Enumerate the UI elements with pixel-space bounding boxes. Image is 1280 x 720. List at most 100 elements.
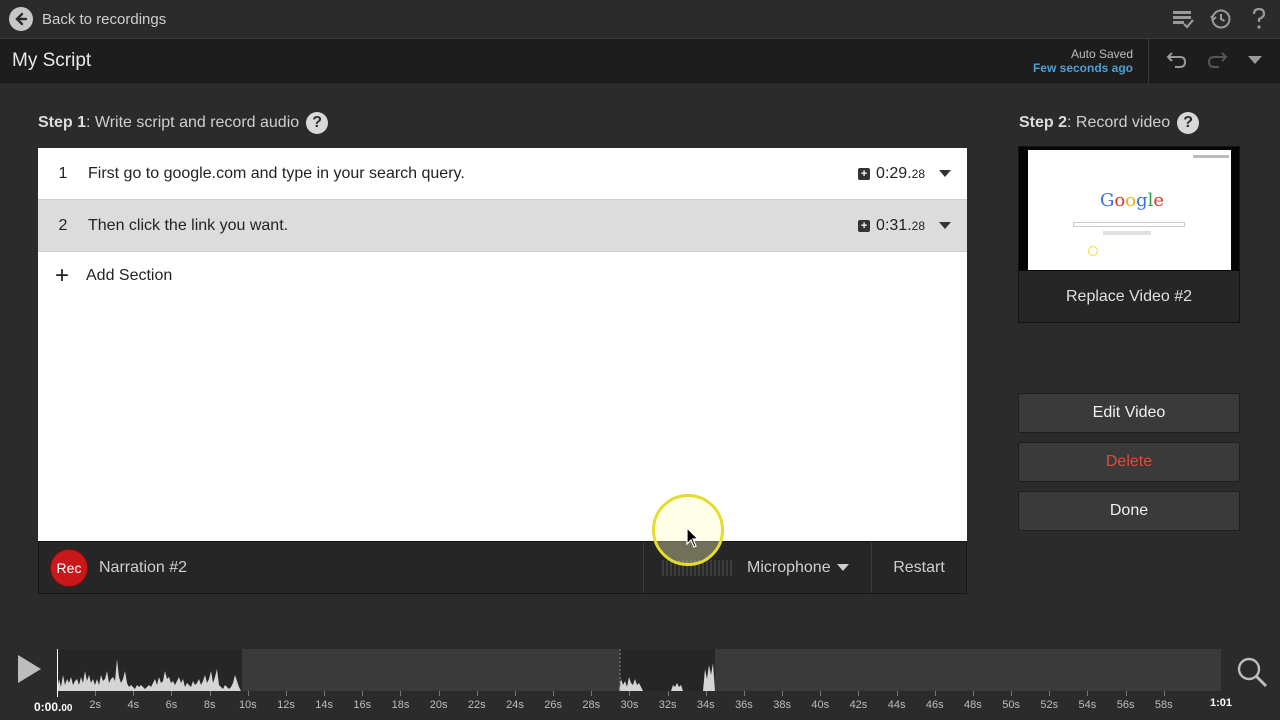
tick-mark	[972, 691, 974, 696]
add-section-label: Add Section	[86, 267, 173, 284]
tick-label: 44s	[887, 699, 906, 711]
tick-mark	[782, 691, 784, 696]
tick-mark	[1163, 691, 1165, 696]
step1-help-icon[interactable]: ?	[306, 112, 329, 134]
tick-label: 46s	[925, 699, 944, 711]
edit-video-button[interactable]: Edit Video	[1018, 393, 1240, 433]
checklist-icon[interactable]	[1170, 7, 1196, 31]
section-dropdown-icon[interactable]	[939, 170, 951, 177]
playhead[interactable]	[57, 649, 58, 697]
tick-label: 52s	[1040, 699, 1059, 711]
replace-video-button[interactable]: Replace Video #2	[1019, 271, 1239, 322]
tick-mark	[629, 691, 631, 696]
tick-mark	[858, 691, 860, 696]
current-time: 0:00.00	[34, 700, 72, 714]
script-section-2[interactable]: 2 Then click the link you want. + 0:31.2…	[38, 200, 967, 252]
tick-mark	[1125, 691, 1127, 696]
page-title[interactable]: My Script	[12, 50, 91, 72]
tick-mark	[285, 691, 287, 696]
section-dropdown-icon[interactable]	[939, 222, 951, 229]
script-section-1[interactable]: 1 First go to google.com and type in you…	[38, 148, 967, 200]
tick-label: 40s	[811, 699, 830, 711]
step2-help-icon[interactable]: ?	[1177, 112, 1200, 134]
step1-text: : Write script and record audio	[86, 114, 300, 131]
tick-mark	[171, 691, 173, 696]
tick-label: 8s	[203, 699, 216, 711]
video-thumbnail[interactable]: Google Replace Video #2	[1018, 146, 1240, 323]
tick-label: 22s	[467, 699, 486, 711]
microphone-dropdown[interactable]: Microphone	[747, 559, 849, 577]
tick-mark	[667, 691, 669, 696]
step1-header: Step 1: Write script and record audio ?	[38, 112, 329, 134]
more-dropdown-icon[interactable]	[1247, 52, 1263, 70]
undo-redo-group	[1148, 39, 1280, 83]
section-duration: 0:29.28	[876, 165, 925, 183]
done-button[interactable]: Done	[1018, 491, 1240, 531]
top-bar: Back to recordings	[0, 0, 1280, 38]
tick-mark	[514, 691, 516, 696]
tick-label: 20s	[429, 699, 448, 711]
tick-label: 26s	[544, 699, 562, 711]
script-panel: 1 First go to google.com and type in you…	[38, 148, 967, 541]
tick-label: 48s	[964, 699, 982, 711]
add-audio-icon[interactable]: +	[858, 167, 871, 180]
tick-label: 10s	[238, 699, 257, 711]
tick-mark	[705, 691, 707, 696]
mouse-cursor-icon	[686, 527, 700, 548]
section-text[interactable]: First go to google.com and type in your …	[88, 165, 967, 183]
tick-label: 30s	[620, 699, 639, 711]
section-text[interactable]: Then click the link you want.	[88, 217, 967, 235]
history-icon[interactable]	[1208, 7, 1234, 31]
tick-label: 38s	[773, 699, 791, 711]
tick-mark	[95, 691, 97, 696]
audio-track[interactable]	[57, 649, 1221, 691]
record-button[interactable]: Rec	[50, 548, 88, 587]
tick-mark	[247, 691, 249, 696]
restart-button[interactable]: Restart	[871, 542, 966, 593]
section-duration: 0:31.28	[876, 217, 925, 235]
search-buttons	[1103, 231, 1151, 235]
plus-icon: +	[54, 262, 69, 289]
tick-mark	[209, 691, 211, 696]
autosave-status: Auto Saved Few seconds ago	[1033, 47, 1133, 75]
tick-label: 36s	[735, 699, 753, 711]
autosave-time: Few seconds ago	[1032, 61, 1133, 75]
end-time: 1:01	[1210, 697, 1233, 709]
tick-label: 18s	[391, 699, 410, 711]
back-arrow-icon	[9, 7, 33, 31]
tick-mark	[362, 691, 364, 696]
zoom-search-icon[interactable]	[1236, 656, 1268, 688]
back-label: Back to recordings	[42, 10, 167, 28]
add-section-button[interactable]: + Add Section	[38, 252, 967, 300]
back-to-recordings-button[interactable]: Back to recordings	[9, 6, 166, 32]
step2-header: Step 2: Record video ?	[1019, 112, 1200, 134]
search-box	[1073, 222, 1185, 227]
duration-main: 0:29.	[876, 164, 912, 182]
tick-label: 58s	[1154, 699, 1173, 711]
narration-bar: Rec Narration #2 Microphone Restart	[38, 541, 967, 594]
tick-mark	[324, 691, 326, 696]
add-audio-icon[interactable]: +	[858, 219, 871, 232]
google-logo: Google	[1100, 190, 1165, 211]
section-number: 1	[58, 164, 68, 182]
step1-label: Step 1	[38, 114, 87, 131]
delete-button[interactable]: Delete	[1018, 442, 1240, 482]
play-icon[interactable]	[16, 654, 42, 684]
undo-icon[interactable]	[1166, 49, 1188, 74]
tick-label: 28s	[582, 699, 601, 711]
redo-icon[interactable]	[1206, 49, 1228, 74]
tick-label: 56s	[1116, 699, 1135, 711]
tick-mark	[1011, 691, 1013, 696]
current-time-ms: 00	[61, 703, 73, 714]
tick-mark	[476, 691, 478, 696]
duration-main: 0:31.	[876, 216, 912, 234]
tick-label: 6s	[165, 699, 178, 711]
tick-label: 54s	[1078, 699, 1097, 711]
tick-mark	[438, 691, 440, 696]
tick-mark	[1049, 691, 1051, 696]
help-icon[interactable]	[1246, 7, 1272, 31]
current-time-main: 0:00.	[34, 700, 62, 714]
tick-mark	[133, 691, 135, 696]
microphone-label: Microphone	[747, 558, 831, 576]
tick-label: 4s	[127, 699, 140, 711]
